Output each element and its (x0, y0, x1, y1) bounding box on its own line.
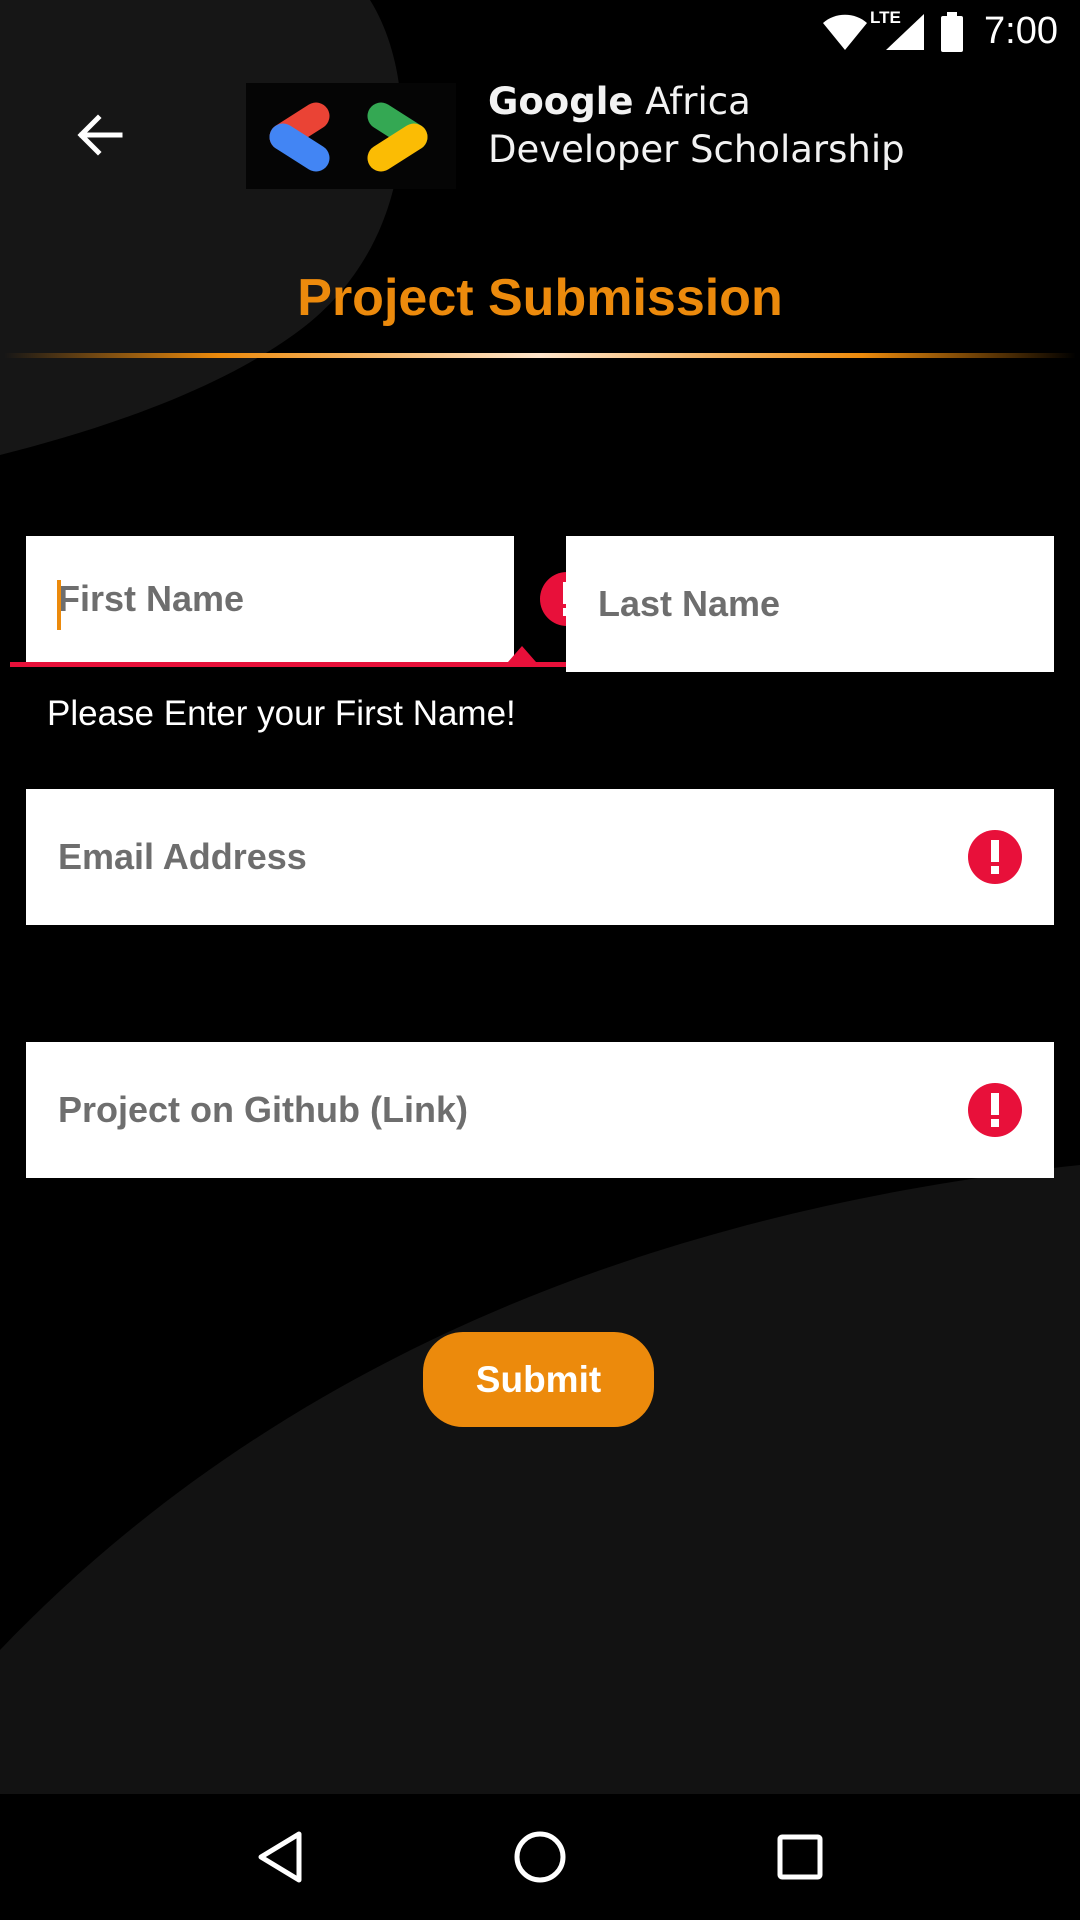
bottom-shape (0, 1165, 1080, 1795)
network-type-label: LTE (870, 7, 901, 27)
first-name-error-message: Please Enter your First Name! (47, 694, 516, 733)
back-triangle-icon (258, 1831, 302, 1883)
nav-recents-button[interactable] (750, 1807, 850, 1907)
code-brackets-logo-icon (269, 102, 428, 172)
brand-text: Google Africa Developer Scholarship (488, 78, 905, 174)
arrow-left-icon (77, 114, 123, 156)
brand-google: Google (488, 80, 634, 123)
screen: LTE 7:00 Google Africa Developer Scholar… (0, 0, 1080, 1920)
status-bar: LTE 7:00 (0, 0, 1080, 63)
top-left-shape (0, 0, 402, 455)
nav-back-button[interactable] (230, 1807, 330, 1907)
brand-africa: Africa (633, 80, 751, 123)
first-name-input[interactable] (26, 536, 540, 662)
home-circle-icon (514, 1831, 566, 1883)
email-input[interactable] (26, 789, 968, 925)
github-error-icon (968, 1083, 1022, 1137)
last-name-input[interactable] (566, 536, 1080, 672)
submit-button[interactable]: Submit (423, 1332, 654, 1427)
last-name-field (566, 536, 1080, 672)
gads-logo (246, 83, 456, 189)
github-link-field (26, 1042, 1054, 1178)
first-name-field (26, 536, 594, 662)
wifi-icon (822, 12, 868, 52)
brand-line-2: Developer Scholarship (488, 128, 905, 171)
nav-home-button[interactable] (490, 1807, 590, 1907)
back-button[interactable] (40, 95, 160, 175)
github-link-input[interactable] (26, 1042, 968, 1178)
first-name-error-underline (10, 662, 572, 667)
recents-square-icon (777, 1834, 823, 1880)
text-cursor (57, 580, 61, 630)
battery-icon (940, 11, 964, 52)
page-title: Project Submission (297, 269, 783, 327)
status-time: 7:00 (984, 10, 1058, 52)
brand-line-1: Google Africa (488, 78, 905, 126)
error-pointer (508, 646, 536, 662)
email-error-icon (968, 830, 1022, 884)
email-field (26, 789, 1054, 925)
signal-icon: LTE (870, 8, 926, 52)
exclamation-icon (991, 840, 999, 874)
navigation-bar (0, 1794, 1080, 1920)
exclamation-icon (991, 1093, 999, 1127)
title-divider (4, 353, 1076, 358)
